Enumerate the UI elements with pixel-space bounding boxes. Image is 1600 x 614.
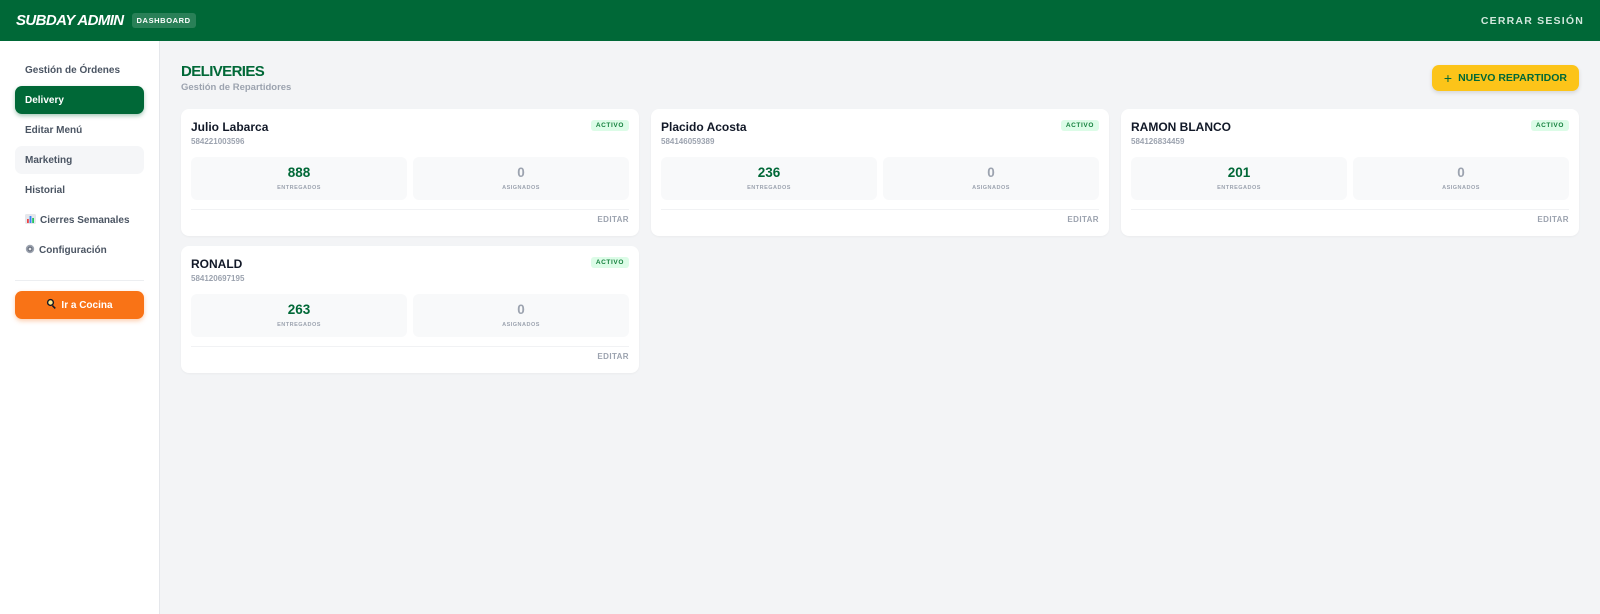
driver-name: RAMON BLANCO [1131,120,1231,134]
assigned-stat: 0 ASIGNADOS [413,294,629,337]
new-delivery-button-label: NUEVO REPARTIDOR [1458,72,1567,84]
card-divider [1131,209,1569,210]
assigned-label: ASIGNADOS [1442,185,1480,192]
driver-name: Placido Acosta [661,120,747,134]
delivered-stat: 888 ENTREGADOS [191,157,407,200]
status-badge: ACTIVO [590,120,629,131]
delivery-card: Julio Labarca 584221003596 ACTIVO 888 EN… [181,109,639,236]
delivery-grid: Julio Labarca 584221003596 ACTIVO 888 EN… [181,109,1579,373]
assigned-stat: 0 ASIGNADOS [883,157,1099,200]
driver-phone: 584120697195 [191,274,245,283]
delivered-label: ENTREGADOS [747,185,791,192]
sidebar: Gestión de Órdenes Delivery Editar Menú … [0,41,160,614]
assigned-label: ASIGNADOS [972,185,1010,192]
status-badge: ACTIVO [590,257,629,268]
sidebar-item-label: Editar Menú [25,124,83,136]
sidebar-divider [15,280,144,281]
stats-row: 263 ENTREGADOS 0 ASIGNADOS [191,294,629,337]
assigned-count: 0 [517,301,525,317]
sidebar-item-label: Gestión de Órdenes [25,64,121,76]
delivered-label: ENTREGADOS [1217,185,1261,192]
assigned-count: 0 [987,164,995,180]
assigned-label: ASIGNADOS [502,185,540,192]
sidebar-item-label: Configuración [39,244,107,256]
card-divider [661,209,1099,210]
page-title: DELIVERIES [181,63,265,80]
sidebar-item-orders[interactable]: Gestión de Órdenes [15,56,144,84]
sidebar-item-history[interactable]: Historial [15,176,144,204]
delivered-count: 263 [287,301,311,317]
assigned-stat: 0 ASIGNADOS [413,157,629,200]
delivered-label: ENTREGADOS [277,185,321,192]
assigned-label: ASIGNADOS [502,322,540,329]
sidebar-item-label: Cierres Semanales [40,214,130,226]
delivered-count: 236 [757,164,781,180]
delivery-card: Placido Acosta 584146059389 ACTIVO 236 E… [651,109,1109,236]
driver-name: RONALD [191,257,243,271]
page-subtitle: Gestión de Repartidores [181,82,292,93]
delivered-count: 201 [1227,164,1251,180]
brand: SUBDAY ADMIN DASHBOARD [16,12,196,29]
kitchen-button[interactable]: Ir a Cocina [15,291,144,319]
kitchen-button-label: Ir a Cocina [61,299,113,311]
bar-chart-icon [25,213,36,227]
frying-pan-icon [46,298,57,312]
card-divider [191,209,629,210]
sidebar-item-settings[interactable]: Configuración [15,236,144,264]
sidebar-item-marketing[interactable]: Marketing [15,146,144,174]
assigned-count: 0 [517,164,525,180]
delivery-card: RONALD 584120697195 ACTIVO 263 ENTREGADO… [181,246,639,373]
assigned-stat: 0 ASIGNADOS [1353,157,1569,200]
driver-phone: 584146059389 [661,137,715,146]
edit-button[interactable]: EDITAR [1067,215,1099,224]
status-badge: ACTIVO [1060,120,1099,131]
sidebar-item-edit-menu[interactable]: Editar Menú [15,116,144,144]
delivered-count: 888 [287,164,311,180]
stats-row: 236 ENTREGADOS 0 ASIGNADOS [661,157,1099,200]
dashboard-badge: DASHBOARD [131,13,196,28]
stats-row: 888 ENTREGADOS 0 ASIGNADOS [191,157,629,200]
sidebar-item-delivery[interactable]: Delivery [15,86,144,114]
sidebar-item-label: Marketing [25,154,73,166]
sidebar-item-weekly-closures[interactable]: Cierres Semanales [15,206,144,234]
plus-icon: + [1443,70,1453,86]
edit-button[interactable]: EDITAR [597,215,629,224]
delivered-stat: 201 ENTREGADOS [1131,157,1347,200]
sidebar-item-label: Historial [25,184,66,196]
top-bar: SUBDAY ADMIN DASHBOARD CERRAR SESIÓN [0,0,1600,41]
edit-button[interactable]: EDITAR [1537,215,1569,224]
delivered-label: ENTREGADOS [277,322,321,329]
delivered-stat: 263 ENTREGADOS [191,294,407,337]
driver-name: Julio Labarca [191,120,269,134]
card-divider [191,346,629,347]
assigned-count: 0 [1457,164,1465,180]
driver-phone: 584221003596 [191,137,245,146]
new-delivery-button[interactable]: + NUEVO REPARTIDOR [1431,65,1579,91]
delivery-card: RAMON BLANCO 584126834459 ACTIVO 201 ENT… [1121,109,1579,236]
gear-icon [25,244,35,257]
logout-button[interactable]: CERRAR SESIÓN [1481,15,1584,27]
driver-phone: 584126834459 [1131,137,1185,146]
stats-row: 201 ENTREGADOS 0 ASIGNADOS [1131,157,1569,200]
status-badge: ACTIVO [1530,120,1569,131]
brand-title: SUBDAY ADMIN [16,12,124,29]
delivered-stat: 236 ENTREGADOS [661,157,877,200]
edit-button[interactable]: EDITAR [597,352,629,361]
sidebar-item-label: Delivery [25,94,64,106]
